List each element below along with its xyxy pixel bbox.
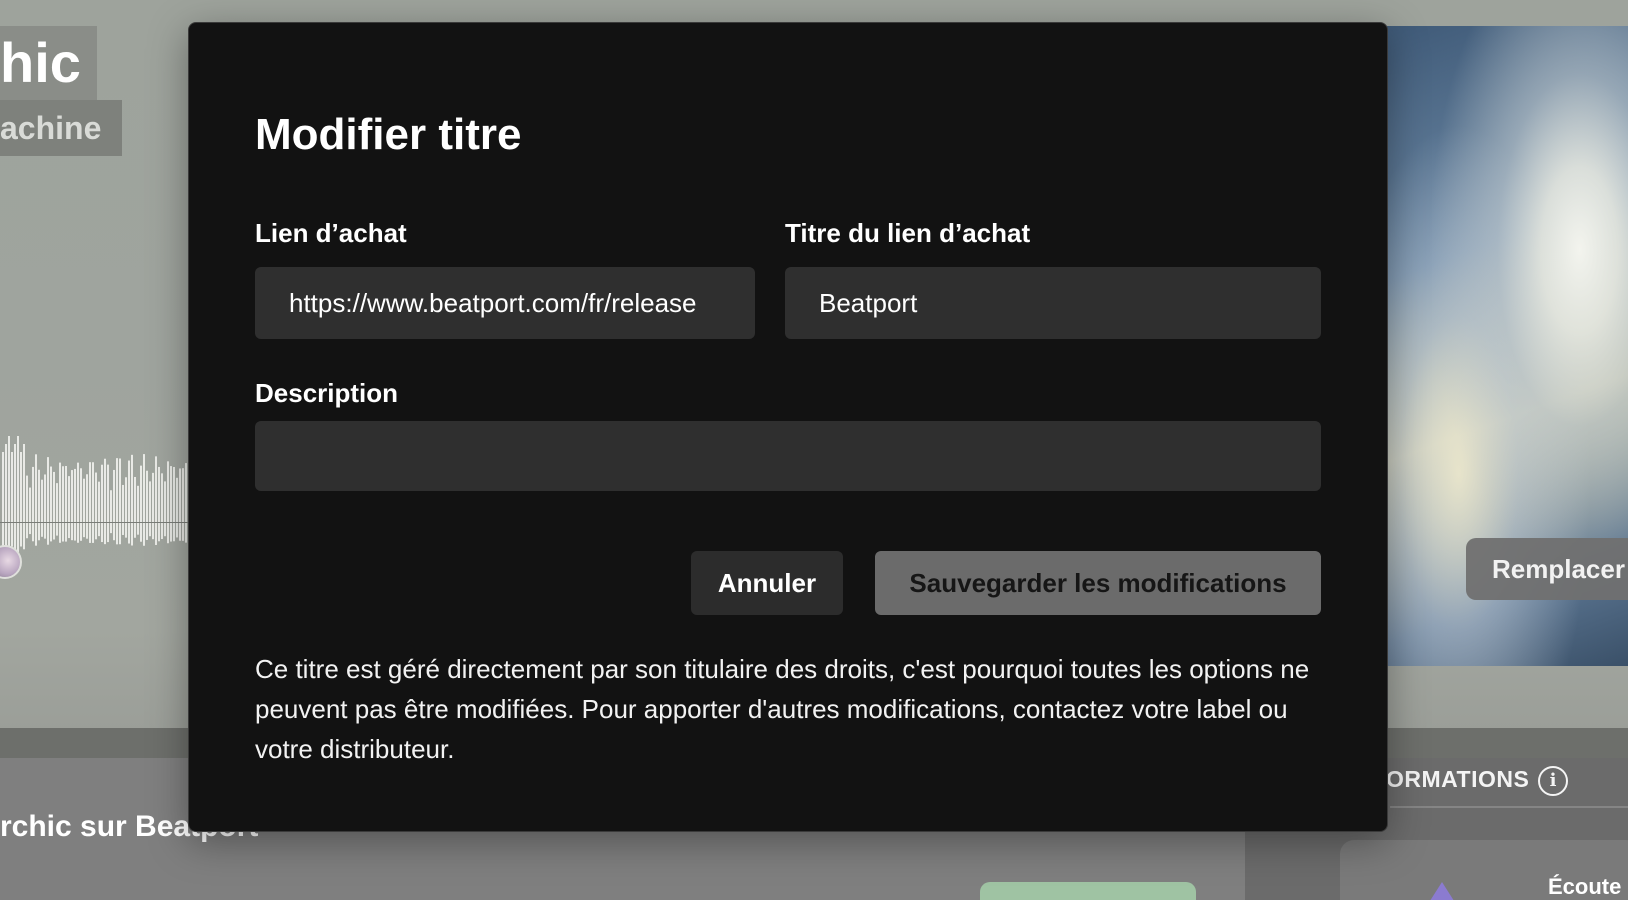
cancel-button[interactable]: Annuler xyxy=(691,551,843,615)
replace-artwork-button[interactable]: Remplacer xyxy=(1466,538,1628,600)
waveform-bar xyxy=(131,454,133,546)
waveform-bar xyxy=(146,470,148,540)
waveform-baseline xyxy=(0,522,190,523)
waveform-bar xyxy=(2,452,4,547)
dialog-title: Modifier titre xyxy=(255,110,522,159)
waveform-bar xyxy=(143,454,145,546)
purchase-link-label: Lien d’achat xyxy=(255,218,407,248)
waveform-bar xyxy=(95,472,97,540)
waveform-bar xyxy=(89,462,91,543)
waveform-bar xyxy=(173,466,175,542)
waveform-bar xyxy=(113,469,115,541)
waveform-bar xyxy=(11,452,13,547)
waveform-bar xyxy=(179,468,181,541)
edit-track-dialog: Modifier titre Lien d’achat Titre du lie… xyxy=(188,22,1388,832)
waveform-bar xyxy=(14,444,16,550)
waveform-bar xyxy=(50,466,52,542)
waveform-bar xyxy=(86,474,88,539)
purchase-title-input[interactable] xyxy=(785,267,1321,339)
waveform-bar xyxy=(185,463,187,543)
waveform-bar xyxy=(41,479,43,537)
waveform-bar xyxy=(182,468,184,541)
info-panel-title: ORMATIONS xyxy=(1386,766,1530,792)
purchase-action-button[interactable] xyxy=(980,882,1196,900)
waveform-bar xyxy=(161,473,163,540)
info-divider xyxy=(1390,806,1628,808)
waveform-bar xyxy=(5,444,7,550)
waveform-bar xyxy=(104,458,106,545)
waveform-bar xyxy=(23,444,25,550)
waveform-bar xyxy=(152,472,154,540)
waveform-bar xyxy=(98,481,100,537)
waveform-bar xyxy=(128,460,130,544)
waveform-bar xyxy=(176,477,178,538)
waveform-bar xyxy=(116,458,118,545)
waveform-bar xyxy=(29,487,31,535)
waveform-bar xyxy=(77,462,79,543)
waveform-bar xyxy=(101,464,103,543)
description-label: Description xyxy=(255,378,399,408)
waveform-bar xyxy=(122,484,124,535)
waveform-bar xyxy=(8,436,10,553)
waveform-bar xyxy=(56,483,58,536)
purchase-link-input[interactable] xyxy=(255,267,755,339)
waveform-bar xyxy=(26,475,28,539)
waveform-bar xyxy=(134,476,136,538)
waveform-bar xyxy=(83,478,85,538)
waveform-bar xyxy=(158,466,160,542)
waveform-bar xyxy=(164,481,166,537)
waveform-bar xyxy=(80,468,82,541)
waveform-bar xyxy=(119,458,121,545)
waveform-bar xyxy=(125,477,127,538)
waveform-bar xyxy=(167,461,169,544)
waveform-bar xyxy=(92,462,94,543)
waveform-bar xyxy=(35,454,37,546)
description-textarea[interactable] xyxy=(255,421,1321,491)
waveform-bar xyxy=(59,462,61,543)
waveform-bar xyxy=(170,466,172,542)
waveform-bar xyxy=(47,457,49,545)
waveform-bar xyxy=(107,464,109,543)
waveform-bar xyxy=(32,466,34,542)
purchase-title-label: Titre du lien d’achat xyxy=(785,218,1031,248)
waveform-bar xyxy=(44,474,46,539)
waveform-bar xyxy=(137,485,139,535)
logo-icon xyxy=(1428,882,1456,900)
waveform-bar xyxy=(65,466,67,542)
waveform xyxy=(0,436,190,553)
waveform-bar xyxy=(155,456,157,545)
rights-holder-note: Ce titre est géré directement par son ti… xyxy=(255,654,1310,764)
waveform-bar xyxy=(74,468,76,541)
waveform-bar xyxy=(38,469,40,541)
waveform-bar xyxy=(110,490,112,534)
waveform-bar xyxy=(20,452,22,547)
save-changes-button[interactable]: Sauvegarder les modifications xyxy=(875,551,1321,615)
track-title: hic xyxy=(0,26,97,100)
waveform-bar xyxy=(62,466,64,542)
waveform-bar xyxy=(149,481,151,537)
artist-name: achine xyxy=(0,100,122,156)
waveform-bar xyxy=(140,465,142,542)
waveform-bar xyxy=(53,471,55,540)
waveform-bar xyxy=(17,436,19,553)
waveform-bar xyxy=(71,470,73,541)
info-icon[interactable]: i xyxy=(1538,766,1568,796)
waveform-bar xyxy=(68,476,70,539)
listen-card-label: Écoute xyxy=(1548,874,1622,899)
